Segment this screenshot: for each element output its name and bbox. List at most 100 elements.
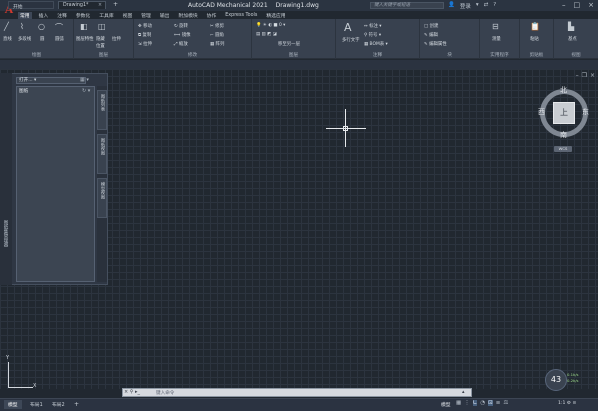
tab-model[interactable]: 模型 [4,400,22,409]
fillet-tool[interactable]: ⌐ 圆角 [210,32,224,38]
polar-icon[interactable]: ◔ [480,400,485,406]
viewcube-west[interactable]: 西 [538,107,545,117]
circle-tool[interactable]: 圆 [40,36,44,42]
utilities-panel-title[interactable]: 实用程序 [480,52,519,58]
edit-block-tool[interactable]: ✎ 编辑 [424,32,438,38]
canvas-restore-icon[interactable]: ❐ [582,72,587,79]
tab-start[interactable]: 开始 [8,1,54,10]
line-tool[interactable]: 直线 [3,36,12,42]
block-panel-title[interactable]: 块 [420,52,479,58]
paste-icon[interactable]: 📋 [530,22,540,31]
hide-icon[interactable]: ◫ [98,22,106,31]
measure-tool[interactable]: 测量 [492,36,501,42]
bom-tool[interactable]: ▦ BOM表 ▾ [364,41,388,47]
command-line-icons[interactable]: × ⚲ ▸_ [124,389,140,395]
snap-icon[interactable]: ⋮ [464,400,470,406]
canvas-minimize-icon[interactable]: – [576,72,579,79]
ribbon-tab-1[interactable]: 插入 [37,12,51,19]
edit-attributes-tool[interactable]: ✎ 编辑属性 [424,41,447,47]
array-tool[interactable]: ▦ 阵列 [210,41,224,47]
palette-side-strip[interactable] [0,73,12,285]
layer-properties-tool[interactable]: 图层特性 [76,36,94,42]
cart-icon[interactable]: ▾ [476,2,479,10]
layer-tools-row[interactable]: ▤ ▥ ◩ ◪ [256,32,277,37]
layers-panel-title[interactable]: 图层 [74,52,133,58]
dimension-tool[interactable]: ↔ 标注 ▾ [364,23,381,29]
base-point-icon[interactable]: ▙ [568,22,574,31]
rotate-tool[interactable]: ↻ 旋转 [174,23,188,29]
ortho-icon[interactable]: ∟ [472,400,478,406]
canvas-close-icon[interactable]: × [590,72,595,79]
ribbon-tab-11[interactable]: 精选应用 [264,12,287,19]
command-history-icon[interactable]: ▴ [462,389,465,395]
polyline-tool[interactable]: 多段线 [18,36,31,42]
modify-panel-title[interactable]: 修改 [134,52,251,58]
user-icon[interactable]: 👤 [448,2,455,10]
ribbon-tab-9[interactable]: 协作 [205,12,219,19]
annotation-scale-icon[interactable]: ⚖ [503,400,508,406]
sheet-list-panel[interactable] [16,86,95,282]
tab-sheet-list[interactable]: 图纸列表 [97,90,107,130]
symbol-tool[interactable]: ⚲ 符号 ▾ [364,32,381,38]
viewcube-south[interactable]: 南 [560,130,567,140]
add-layout-button[interactable]: + [70,400,83,409]
copy-tool[interactable]: ⧉ 复制 [138,32,151,38]
base-point-tool[interactable]: 基点 [568,36,577,42]
ribbon-tab-2[interactable]: 注释 [55,12,69,19]
palette-open-dropdown[interactable]: 打开... ▾ [16,77,86,84]
grid-icon[interactable]: ▦ [456,400,461,406]
move-tool[interactable]: ✥ 移动 [138,23,152,29]
viewcube-north[interactable]: 北 [560,85,567,95]
scale-readout[interactable]: 1:1 ⚙ ≡ [558,401,576,406]
viewcube-top-face[interactable]: 上 [553,102,575,124]
ribbon-tab-4[interactable]: 工具库 [97,12,115,19]
measure-icon[interactable]: ⊟ [492,22,499,31]
mirror-tool[interactable]: ⟺ 镜像 [174,32,191,38]
tab-model-views[interactable]: 模型视图 [97,178,107,218]
model-space-toggle[interactable]: 模型 [441,401,451,408]
text-a-icon[interactable]: A [344,21,352,34]
maximize-icon[interactable]: □ [574,1,581,9]
paste-tool[interactable]: 粘贴 [530,36,539,42]
move-to-layer-tool[interactable]: 移至另一层 [278,41,300,47]
new-tab-button[interactable]: + [109,0,122,8]
ribbon-tab-7[interactable]: 输出 [158,12,172,19]
notification-badge[interactable]: 43 [545,369,567,391]
draw-panel-title[interactable]: 绘图 [0,52,73,58]
stretch-tool[interactable]: ⇲ 拉伸 [138,41,152,47]
layer-properties-icon[interactable]: ◧ [80,22,88,31]
annotation-panel-title[interactable]: 注释 [336,52,419,58]
viewcube-east[interactable]: 东 [582,107,589,117]
ribbon-tab-10[interactable]: Express Tools [223,13,259,18]
tab-layout2[interactable]: 布局2 [48,400,69,409]
tab-layout1[interactable]: 布局1 [26,400,47,409]
view-panel-title[interactable]: 视图 [554,52,598,58]
polyline-icon[interactable]: ⌇ [20,22,24,31]
ribbon-tab-0[interactable]: 常用 [18,11,32,19]
sheet-list-refresh-icon[interactable]: ↻ ▾ [82,88,90,94]
mtext-tool[interactable]: 多行文字 [342,37,360,43]
minimize-icon[interactable]: – [562,1,566,9]
lineweight-icon[interactable]: ≡ [496,400,501,406]
help-icon[interactable]: ? [493,2,496,10]
ribbon-tab-8[interactable]: 附加模块 [176,12,199,19]
circle-icon[interactable]: ○ [38,22,45,31]
ribbon-tab-3[interactable]: 参数化 [74,12,92,19]
line-icon[interactable]: ╱ [4,22,9,31]
close-tab-icon[interactable]: × [98,3,102,8]
command-line[interactable] [122,388,472,397]
stretch-layer-tool[interactable]: 拉伸 [112,36,121,42]
close-icon[interactable]: × [588,1,594,9]
tab-drawing1[interactable]: Drawing1* × [58,1,106,9]
hide-tool[interactable]: 隐藏 [96,36,105,42]
login-link[interactable]: 登录 [460,2,471,10]
scale-tool[interactable]: ⤢ 缩放 [174,41,188,47]
tab-sheet-views[interactable]: 图纸视图 [97,134,107,174]
arc-tool[interactable]: 圆弧 [55,36,64,42]
create-block-tool[interactable]: □ 创建 [424,23,438,29]
wcs-menu-button[interactable]: WCS [554,146,572,152]
exchange-icon[interactable]: ⇄ [484,2,489,10]
layer-group-panel-title[interactable]: 图层 [252,52,335,58]
clipboard-panel-title[interactable]: 剪贴板 [520,52,553,58]
ribbon-tab-6[interactable]: 管理 [139,12,153,19]
